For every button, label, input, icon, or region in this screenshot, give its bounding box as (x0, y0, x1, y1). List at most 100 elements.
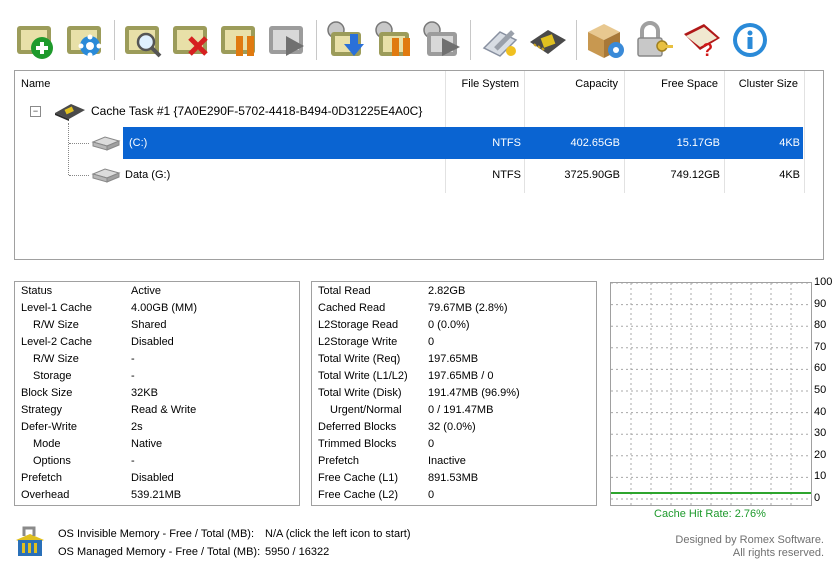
status-panel: Status Active Level-1 Cache 4.00GB (MM) R/W … (14, 281, 300, 506)
status-row: Options - (15, 453, 299, 470)
status-row: Strategy Read & Write (15, 402, 299, 419)
about-button[interactable] (728, 18, 772, 62)
task-row[interactable]: − Cache Task #1 {7A0E290F-5702-4418-B494… (15, 99, 823, 123)
row-value: 2s (131, 421, 143, 433)
row-value: - (131, 455, 135, 467)
drive-free-space: 15.17GB (676, 137, 720, 149)
memory-icon[interactable] (14, 524, 46, 558)
header-name[interactable]: Name (21, 71, 50, 97)
row-key: Defer-Write (21, 421, 78, 433)
tools-button[interactable] (478, 18, 522, 62)
drive-name: Data (G:) (125, 169, 171, 181)
managed-memory-label: OS Managed Memory - Free / Total (MB): (58, 546, 261, 558)
stats-row: Prefetch Inactive (312, 453, 596, 470)
y-tick-label: 70 (814, 340, 827, 353)
toolbar-separator (316, 20, 317, 60)
row-value: Disabled (131, 336, 174, 348)
download-icon (327, 21, 364, 56)
row-value: - (131, 353, 135, 365)
hard-drive-icon (91, 168, 121, 183)
drive-cluster-size: 4KB (779, 169, 800, 181)
help-button[interactable]: ? (680, 18, 724, 62)
stats-row: Total Read 2.82GB (312, 283, 596, 300)
row-value: 0 (428, 336, 435, 348)
row-value: 891.53MB (428, 472, 479, 484)
row-key: Status (21, 285, 53, 297)
row-key: Free Cache (L1) (318, 472, 399, 484)
resume-all-button[interactable] (420, 18, 464, 62)
y-tick-label: 50 (814, 384, 827, 396)
stats-row: L2Storage Read 0 (0.0%) (312, 317, 596, 334)
stats-row: Urgent/Normal 0 / 191.47MB (312, 402, 596, 419)
cache-hit-rate-chart (610, 282, 812, 506)
pause-all-icon (375, 21, 410, 56)
cache-task-tree[interactable]: Name File System Capacity Free Space Clu… (14, 70, 824, 260)
row-key: L2Storage Read (318, 319, 399, 331)
row-value: 32KB (131, 387, 158, 399)
row-key: Overhead (21, 489, 70, 501)
help-book-icon: ? (684, 24, 720, 60)
license-button[interactable] (632, 18, 676, 62)
task-settings-button[interactable] (64, 18, 108, 62)
delete-icon (173, 26, 208, 56)
status-row: Block Size 32KB (15, 385, 299, 402)
stats-row: Free Cache (L1) 891.53MB (312, 470, 596, 487)
row-value: 197.65MB / 0 (428, 370, 494, 382)
row-key: Prefetch (21, 472, 62, 484)
stats-row: Deferred Blocks 32 (0.0%) (312, 419, 596, 436)
credit-line-2: All rights reserved. (732, 547, 824, 559)
header-free-space[interactable]: Free Space (626, 71, 718, 97)
drive-file-system: NTFS (492, 169, 521, 181)
resume-task-button[interactable] (266, 18, 310, 62)
pause-all-button[interactable] (372, 18, 416, 62)
row-value: 2.82GB (428, 285, 466, 297)
ram-chip-icon (55, 104, 85, 121)
view-task-button[interactable] (122, 18, 166, 62)
row-value: 4.00GB (MM) (131, 302, 198, 314)
header-cluster-size[interactable]: Cluster Size (726, 71, 798, 97)
pause-task-button[interactable] (218, 18, 262, 62)
row-value: Inactive (428, 455, 466, 467)
gear-icon (67, 26, 102, 58)
new-task-button[interactable] (14, 18, 58, 62)
status-row: Storage - (15, 368, 299, 385)
resume-all-icon (423, 21, 460, 56)
package-settings-button[interactable] (584, 18, 628, 62)
row-key: Total Write (Req) (318, 353, 401, 365)
key-lock-icon (637, 21, 673, 57)
drive-file-system: NTFS (492, 137, 521, 149)
status-row: Level-2 Cache Disabled (15, 334, 299, 351)
row-key: Level-1 Cache (21, 302, 92, 314)
invisible-memory-label: OS Invisible Memory - Free / Total (MB): (58, 528, 255, 540)
chip-settings-button[interactable] (526, 18, 570, 62)
drive-capacity: 402.65GB (570, 137, 620, 149)
row-key: Urgent/Normal (330, 404, 402, 416)
y-tick-label: 40 (814, 405, 827, 418)
toolbar-separator (576, 20, 577, 60)
status-row: Level-1 Cache 4.00GB (MM) (15, 300, 299, 317)
toolbar: ? (10, 14, 830, 66)
statistics-panel: Total Read 2.82GB Cached Read 79.67MB (2.8%… (311, 281, 597, 506)
stats-row: Trimmed Blocks 0 (312, 436, 596, 453)
svg-text:?: ? (702, 40, 713, 60)
save-cache-button[interactable] (324, 18, 368, 62)
header-file-system[interactable]: File System (447, 71, 519, 97)
row-value: - (131, 370, 135, 382)
row-key: R/W Size (33, 319, 79, 331)
drive-row-g[interactable]: Data (G:) NTFS 3725.90GB 749.12GB 4KB (15, 159, 823, 191)
row-value: Disabled (131, 472, 174, 484)
drive-row-c[interactable]: (C:) NTFS 402.65GB 15.17GB 4KB (15, 127, 823, 159)
row-key: Deferred Blocks (318, 421, 397, 433)
row-value: 0 (0.0%) (428, 319, 470, 331)
row-value: Active (131, 285, 161, 297)
row-value: 539.21MB (131, 489, 182, 501)
collapse-toggle[interactable]: − (30, 106, 41, 117)
y-tick-label: 10 (814, 470, 827, 483)
delete-task-button[interactable] (170, 18, 214, 62)
magnifier-icon (125, 26, 162, 58)
credit-line-1: Designed by Romex Software. (675, 534, 824, 546)
row-key: Options (33, 455, 71, 467)
row-key: Total Read (318, 285, 371, 297)
header-capacity[interactable]: Capacity (526, 71, 618, 97)
stats-row: L2Storage Write 0 (312, 334, 596, 351)
